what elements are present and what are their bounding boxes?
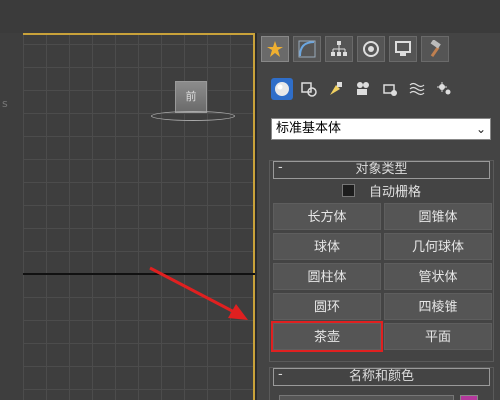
spacewarps-button[interactable] [406,78,428,100]
sphere-button[interactable]: 球体 [273,233,381,260]
geometry-sphere-icon [275,82,289,96]
tab-utilities[interactable] [421,36,449,62]
cylinder-button[interactable]: 圆柱体 [273,263,381,290]
3dsmax-window: s 前 标准基本体 ⌄ - 对象类型 自动栅格 长方体 圆锥体 球体 几何球体 … [0,0,500,400]
tab-display[interactable] [389,36,417,62]
rollout-title: 名称和颜色 [348,369,414,384]
viewcube[interactable]: 前 [175,81,207,113]
pyramid-button[interactable]: 四棱锥 [384,293,492,320]
perspective-viewport[interactable]: 前 [23,33,255,400]
lights-button[interactable] [325,78,347,100]
tube-button[interactable]: 管状体 [384,263,492,290]
top-toolbar-strip [0,0,500,33]
box-button[interactable]: 长方体 [273,203,381,230]
command-panel-tabs [261,36,453,64]
object-category-dropdown[interactable]: 标准基本体 ⌄ [271,118,491,140]
left-edge-text: s [2,97,8,110]
display-monitor-icon [395,41,411,56]
viewcube-ring[interactable] [151,111,235,121]
collapse-icon: - [278,367,283,382]
helpers-button[interactable] [379,78,401,100]
object-type-buttons: 长方体 圆锥体 球体 几何球体 圆柱体 管状体 圆环 四棱锥 茶壶 平面 [270,201,493,352]
collapse-icon: - [278,160,283,175]
command-panel: 标准基本体 ⌄ - 对象类型 自动栅格 长方体 圆锥体 球体 几何球体 圆柱体 … [257,33,500,400]
chevron-down-icon: ⌄ [475,122,486,136]
autogrid-label: 自动栅格 [368,184,421,200]
cone-button[interactable]: 圆锥体 [384,203,492,230]
object-type-rollout: - 对象类型 自动栅格 长方体 圆锥体 球体 几何球体 圆柱体 管状体 圆环 四… [269,160,494,362]
object-type-rollout-header[interactable]: - 对象类型 [273,160,490,179]
autogrid-option[interactable]: 自动栅格 [270,179,493,201]
tab-modify[interactable] [293,36,321,62]
shapes-icon [301,82,317,97]
rollout-title: 对象类型 [355,162,408,177]
object-color-swatch[interactable] [460,395,478,400]
create-star-icon [267,41,283,57]
create-subcategory-bar [271,78,460,102]
teapot-button[interactable]: 茶壶 [271,321,383,352]
grid-axis-line [23,273,255,275]
cameras-button[interactable] [352,78,374,100]
tab-motion[interactable] [357,36,385,62]
systems-icon [437,82,451,95]
hierarchy-icon [331,41,347,56]
left-edge-strip: s [0,33,23,400]
lights-icon [330,82,342,95]
shapes-button[interactable] [298,78,320,100]
object-name-field[interactable] [279,395,454,400]
spacewarps-icon [409,82,425,96]
plane-button[interactable]: 平面 [384,323,492,350]
utilities-hammer-icon [430,40,441,58]
geometry-button[interactable] [271,78,293,100]
modify-arc-icon [298,40,316,58]
systems-button[interactable] [433,78,455,100]
tab-create[interactable] [261,36,289,62]
torus-button[interactable]: 圆环 [273,293,381,320]
dropdown-value: 标准基本体 [276,121,342,136]
tab-hierarchy[interactable] [325,36,353,62]
cameras-icon [357,82,369,95]
name-color-rollout-header[interactable]: - 名称和颜色 [273,367,490,386]
geosphere-button[interactable]: 几何球体 [384,233,492,260]
helpers-icon [383,84,397,96]
motion-icon [363,41,379,57]
autogrid-checkbox[interactable] [341,183,355,197]
